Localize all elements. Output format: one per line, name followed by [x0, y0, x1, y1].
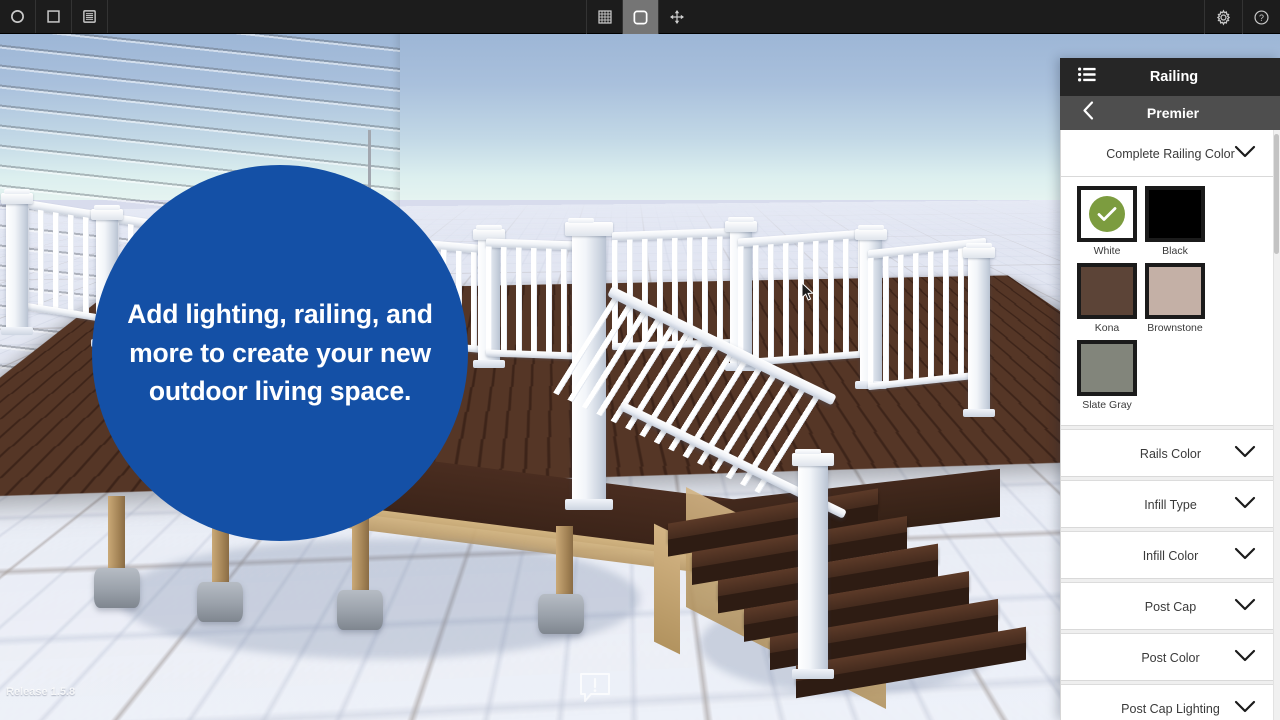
color-swatch-slate-gray[interactable]: Slate Gray — [1073, 340, 1141, 411]
cube-3d-icon — [633, 10, 648, 24]
color-swatch-kona[interactable]: Kona — [1073, 263, 1141, 334]
release-version-label: Release 1.5.8 — [6, 686, 76, 698]
swatch-box — [1145, 186, 1205, 242]
chevron-down-icon — [1234, 145, 1256, 163]
accordion-complete-railing-color[interactable]: Complete Railing Color — [1061, 130, 1280, 177]
move-tool-button[interactable] — [658, 0, 694, 34]
post-skirt — [1, 327, 33, 335]
railing-post[interactable] — [1, 189, 33, 335]
materials-list-button[interactable] — [72, 0, 108, 33]
swatch-box — [1077, 340, 1137, 396]
post-skirt — [473, 360, 505, 368]
check-icon — [1097, 207, 1117, 221]
accordion-infill-type[interactable]: Infill Type — [1061, 481, 1280, 528]
post-cap — [963, 243, 995, 258]
svg-text:?: ? — [1259, 13, 1264, 23]
plan-tool-button[interactable] — [36, 0, 72, 33]
color-swatch-black[interactable]: Black — [1141, 186, 1209, 257]
post-cap — [565, 218, 613, 236]
panel-scrollbar-track[interactable] — [1273, 130, 1280, 720]
accordion-label: Post Cap Lighting — [1121, 701, 1220, 716]
shape-tool-button[interactable] — [0, 0, 36, 33]
color-swatch-white[interactable]: White — [1073, 186, 1141, 257]
swatch-box — [1077, 186, 1137, 242]
post-footing — [337, 590, 383, 630]
color-swatch-area: White Black Kona Brownstone Slate Gray — [1061, 177, 1280, 426]
swatch-label: Kona — [1094, 322, 1120, 334]
stair-newel-post[interactable] — [792, 449, 834, 679]
railing-options-panel: Railing Premier Complete Railing Color W… — [1060, 58, 1280, 720]
post-footing — [197, 582, 243, 622]
railing-balusters — [486, 246, 578, 354]
chevron-down-icon — [1234, 598, 1256, 616]
toolbar-center-group — [586, 0, 694, 34]
app-root: ? Add lighting, railing, and more to cre… — [0, 0, 1280, 720]
railing-section[interactable] — [486, 238, 578, 360]
grid-icon — [597, 10, 612, 24]
list-menu-icon[interactable] — [1078, 67, 1096, 87]
toolbar-left-group — [0, 0, 108, 33]
accordion-label: Post Color — [1141, 650, 1200, 665]
swatch-label: White — [1093, 245, 1121, 257]
railing-post[interactable] — [963, 243, 995, 417]
accordion-post-cap[interactable]: Post Cap — [1061, 583, 1280, 630]
chevron-down-icon — [1234, 445, 1256, 463]
list-document-icon — [83, 10, 96, 23]
post-skirt — [565, 499, 613, 510]
accordion-label: Infill Color — [1142, 548, 1199, 563]
color-swatch-brownstone[interactable]: Brownstone — [1141, 263, 1209, 334]
square-outline-icon — [47, 10, 60, 23]
feedback-callout-icon — [580, 673, 610, 702]
post-cap — [792, 449, 834, 466]
color-swatch-grid: White Black Kona Brownstone Slate Gray — [1073, 186, 1268, 417]
post-skirt — [963, 409, 995, 417]
post-cap — [91, 205, 123, 220]
accordion-label: Complete Railing Color — [1106, 146, 1235, 161]
top-toolbar: ? — [0, 0, 1280, 34]
accordion-label: Infill Type — [1144, 497, 1197, 512]
panel-scroll-body[interactable]: Complete Railing Color White Black Kona … — [1060, 130, 1280, 720]
swatch-label: Slate Gray — [1082, 399, 1132, 411]
chevron-down-icon — [1234, 700, 1256, 718]
cursor-arrow-icon — [801, 281, 815, 301]
mouse-cursor — [801, 281, 815, 307]
post-footing — [538, 594, 584, 634]
chevron-down-icon — [1234, 496, 1256, 514]
panel-subheader: Premier — [1060, 96, 1280, 130]
post-cap — [725, 217, 757, 232]
panel-scrollbar-thumb[interactable] — [1274, 134, 1279, 254]
grid-view-button[interactable] — [586, 0, 622, 34]
post-footing — [94, 568, 140, 608]
post-cap — [855, 225, 887, 240]
post-cap — [1, 189, 33, 204]
help-icon: ? — [1254, 9, 1269, 25]
accordion-infill-color[interactable]: Infill Color — [1061, 532, 1280, 579]
swatch-label: Brownstone — [1147, 322, 1203, 334]
chevron-down-icon — [1234, 547, 1256, 565]
help-button[interactable]: ? — [1242, 0, 1280, 34]
deck-stairs[interactable] — [640, 434, 1026, 709]
swatch-box — [1077, 263, 1137, 319]
circle-outline-icon — [11, 10, 24, 23]
toolbar-right-group: ? — [1204, 0, 1280, 34]
panel-header: Railing — [1060, 58, 1280, 96]
back-chevron-icon[interactable] — [1082, 101, 1095, 126]
settings-button[interactable] — [1204, 0, 1242, 34]
accordion-post-cap-lighting[interactable]: Post Cap Lighting — [1061, 685, 1280, 720]
move-arrows-icon — [669, 10, 684, 24]
accordion-label: Post Cap — [1144, 599, 1197, 614]
accordion-label: Rails Color — [1139, 446, 1202, 461]
gear-icon — [1216, 8, 1231, 26]
accordion-rails-color[interactable]: Rails Color — [1061, 430, 1280, 477]
swatch-box — [1145, 263, 1205, 319]
feedback-button[interactable] — [578, 672, 612, 704]
accordion-post-color[interactable]: Post Color — [1061, 634, 1280, 681]
3d-view-button[interactable] — [622, 0, 658, 34]
tutorial-message-text: Add lighting, railing, and more to creat… — [127, 298, 433, 407]
post-skirt — [792, 669, 834, 679]
chevron-down-icon — [1234, 649, 1256, 667]
selected-check-badge — [1089, 196, 1125, 232]
swatch-label: Black — [1162, 245, 1188, 257]
tutorial-message-bubble: Add lighting, railing, and more to creat… — [92, 165, 468, 541]
